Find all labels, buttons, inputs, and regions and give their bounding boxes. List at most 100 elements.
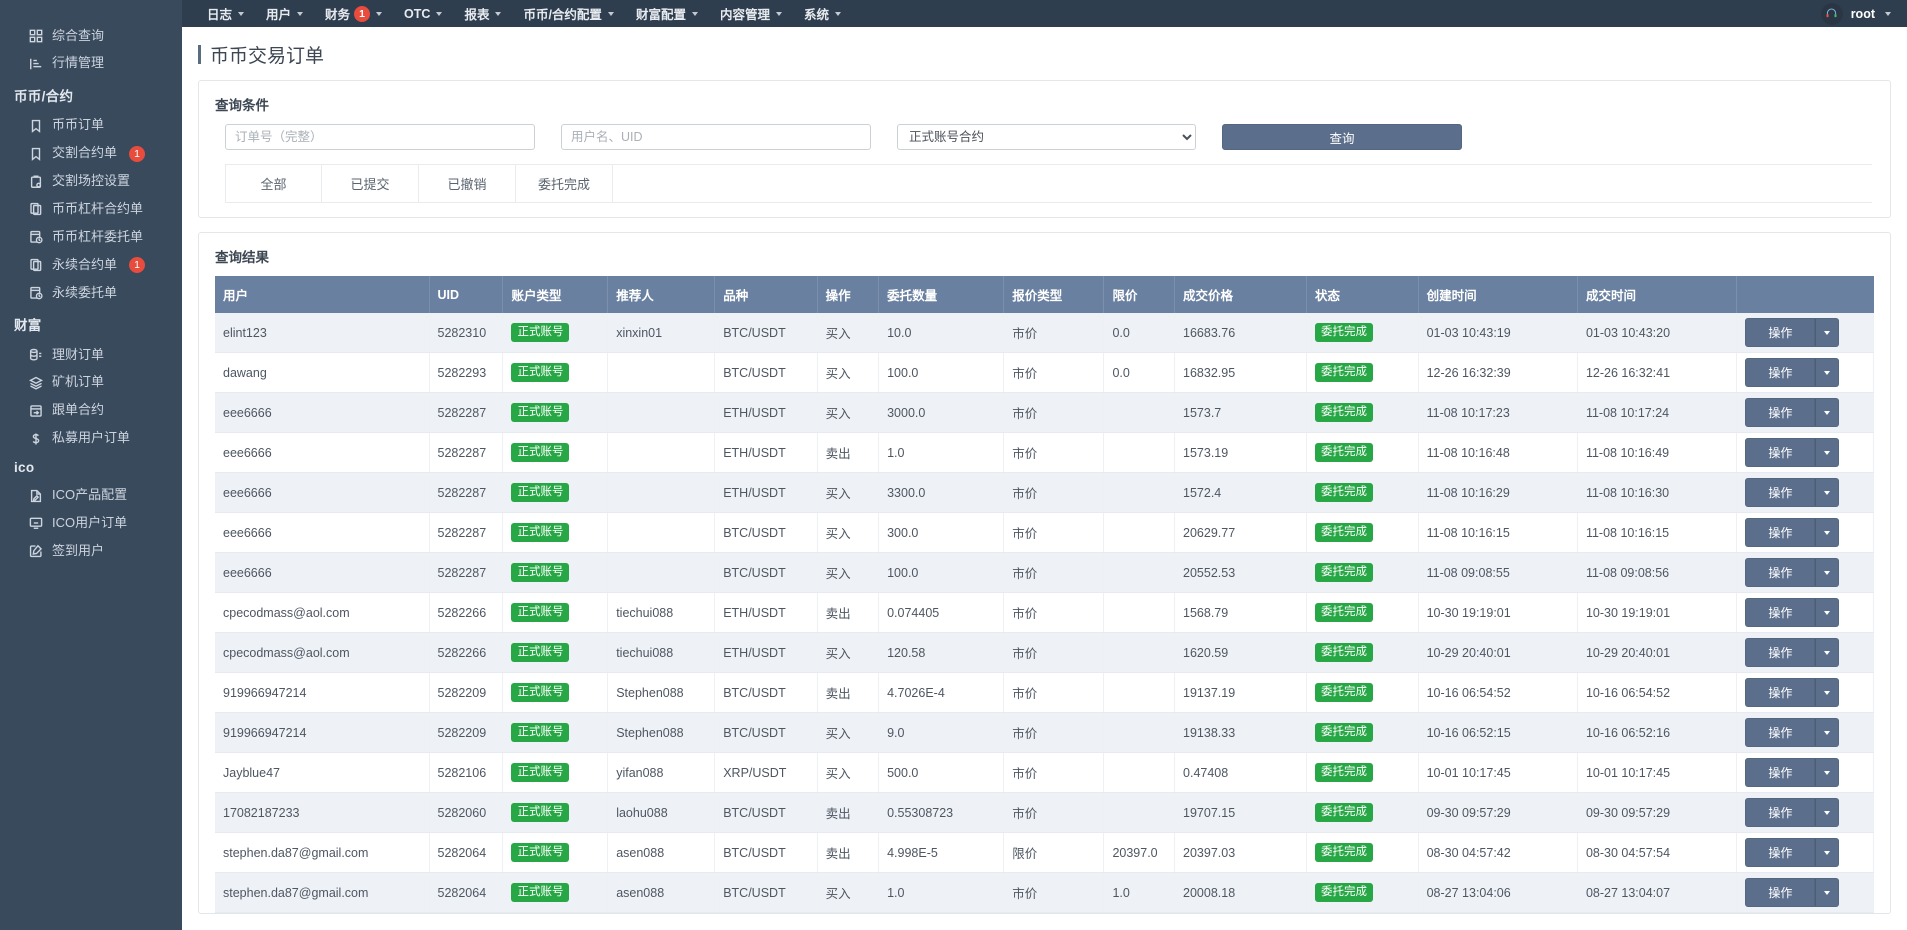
operation-dropdown-toggle[interactable] [1815,838,1839,867]
nav-item-系统[interactable]: 系统 [793,0,852,27]
table-row[interactable]: stephen.da87@gmail.com5282064正式账号asen088… [215,833,1874,873]
column-header[interactable]: 推荐人 [608,276,715,313]
nav-item-报表[interactable]: 报表 [453,0,512,27]
operation-button[interactable]: 操作 [1745,558,1815,587]
operation-button[interactable]: 操作 [1745,758,1815,787]
account-type-select[interactable]: 正式账号合约 [897,124,1196,150]
operation-dropdown-toggle[interactable] [1815,638,1839,667]
operation-button[interactable]: 操作 [1745,598,1815,627]
table-row[interactable]: Jayblue475282106正式账号yifan088XRP/USDT买入50… [215,753,1874,793]
sidebar-item-行情管理[interactable]: 行情管理 [0,50,182,78]
query-button[interactable]: 查询 [1222,124,1462,150]
sidebar-item-矿机订单[interactable]: 矿机订单 [0,369,182,397]
cell-deal_price: 20397.03 [1175,833,1307,873]
column-header[interactable]: 限价 [1104,276,1175,313]
operation-dropdown-toggle[interactable] [1815,558,1839,587]
sidebar-item-币币杠杆委托单[interactable]: 币币杠杆委托单 [0,223,182,251]
column-header[interactable]: 账户类型 [503,276,608,313]
operation-button[interactable]: 操作 [1745,438,1815,467]
nav-item-日志[interactable]: 日志 [196,0,255,27]
column-header[interactable]: 创建时间 [1418,276,1577,313]
nav-item-用户[interactable]: 用户 [255,0,314,27]
operation-button[interactable]: 操作 [1745,878,1815,907]
operation-dropdown-toggle[interactable] [1815,398,1839,427]
nav-item-财富配置[interactable]: 财富配置 [625,0,709,27]
table-row[interactable]: eee66665282287正式账号ETH/USDT买入3300.0市价1572… [215,473,1874,513]
table-row[interactable]: eee66665282287正式账号BTC/USDT买入300.0市价20629… [215,513,1874,553]
operation-dropdown-toggle[interactable] [1815,438,1839,467]
operation-button[interactable]: 操作 [1745,358,1815,387]
action-button-group: 操作 [1745,758,1839,787]
nav-item-财务[interactable]: 财务 1 [314,0,393,27]
column-header[interactable]: 操作 [817,276,878,313]
nav-item-币币合约配置[interactable]: 币币/合约配置 [512,0,624,27]
table-row[interactable]: cpecodmass@aol.com5282266正式账号tiechui088E… [215,593,1874,633]
cell-limit_price [1104,393,1175,433]
sidebar-item-交割合约单[interactable]: 交割合约单 1 [0,140,182,168]
operation-dropdown-toggle[interactable] [1815,758,1839,787]
operation-button[interactable]: 操作 [1745,718,1815,747]
cell-referrer: tiechui088 [608,633,715,673]
tab-已提交[interactable]: 已提交 [322,165,419,202]
sidebar-item-ICO用户订单[interactable]: ICO用户订单 [0,509,182,537]
sidebar-item-交割场控设置[interactable]: 交割场控设置 [0,168,182,196]
operation-dropdown-toggle[interactable] [1815,518,1839,547]
operation-button[interactable]: 操作 [1745,798,1815,827]
table-row[interactable]: elint1235282310正式账号xinxin01BTC/USDT买入10.… [215,313,1874,353]
tab-已撤销[interactable]: 已撤销 [419,165,516,202]
table-row[interactable]: 9199669472145282209正式账号Stephen088BTC/USD… [215,673,1874,713]
sidebar-item-币币杠杆合约单[interactable]: 币币杠杆合约单 [0,195,182,223]
operation-dropdown-toggle[interactable] [1815,718,1839,747]
operation-button[interactable]: 操作 [1745,318,1815,347]
tab-委托完成[interactable]: 委托完成 [516,165,613,202]
operation-dropdown-toggle[interactable] [1815,318,1839,347]
operation-button[interactable]: 操作 [1745,478,1815,507]
column-header[interactable]: 成交时间 [1577,276,1736,313]
table-row[interactable]: stephen.da87@gmail.com5282064正式账号asen088… [215,873,1874,913]
nav-item-OTC[interactable]: OTC [393,0,453,27]
sidebar-item-ICO产品配置[interactable]: ICO产品配置 [0,482,182,510]
tab-全部[interactable]: 全部 [225,165,322,202]
cell-user: eee6666 [215,393,429,433]
column-header[interactable]: 报价类型 [1004,276,1104,313]
column-header[interactable]: 状态 [1307,276,1419,313]
operation-button[interactable]: 操作 [1745,838,1815,867]
sidebar-item-永续合约单[interactable]: 永续合约单 1 [0,251,182,279]
username-label[interactable]: root [1851,7,1875,21]
column-header[interactable]: 品种 [715,276,817,313]
sidebar-item-跟单合约[interactable]: 跟单合约 [0,397,182,425]
user-uid-input[interactable] [561,124,871,150]
table-row[interactable]: 170821872335282060正式账号laohu088BTC/USDT卖出… [215,793,1874,833]
column-header[interactable]: 用户 [215,276,429,313]
operation-button[interactable]: 操作 [1745,638,1815,667]
table-row[interactable]: cpecodmass@aol.com5282266正式账号tiechui088E… [215,633,1874,673]
operation-dropdown-toggle[interactable] [1815,598,1839,627]
operation-dropdown-toggle[interactable] [1815,358,1839,387]
operation-dropdown-toggle[interactable] [1815,478,1839,507]
operation-button[interactable]: 操作 [1745,398,1815,427]
avatar[interactable] [1821,3,1843,25]
chevron-down-icon[interactable] [1885,12,1891,16]
nav-item-内容管理[interactable]: 内容管理 [709,0,793,27]
column-header[interactable]: 委托数量 [879,276,1004,313]
sidebar-item-永续委托单[interactable]: 永续委托单 [0,279,182,307]
operation-button[interactable]: 操作 [1745,518,1815,547]
column-header[interactable]: 成交价格 [1175,276,1307,313]
sidebar-item-币币订单[interactable]: 币币订单 [0,112,182,140]
table-row[interactable]: eee66665282287正式账号BTC/USDT买入100.0市价20552… [215,553,1874,593]
operation-dropdown-toggle[interactable] [1815,798,1839,827]
sidebar-item-私募用户订单[interactable]: 私募用户订单 [0,425,182,453]
operation-button[interactable]: 操作 [1745,678,1815,707]
operation-dropdown-toggle[interactable] [1815,678,1839,707]
operation-dropdown-toggle[interactable] [1815,878,1839,907]
sidebar-item-综合查询[interactable]: 综合查询 [0,22,182,50]
table-row[interactable]: 9199669472145282209正式账号Stephen088BTC/USD… [215,713,1874,753]
column-header[interactable]: UID [429,276,503,313]
sidebar-item-理财订单[interactable]: 理财订单 [0,341,182,369]
sidebar-item-签到用户[interactable]: 签到用户 [0,537,182,565]
table-row[interactable]: eee66665282287正式账号ETH/USDT卖出1.0市价1573.19… [215,433,1874,473]
column-header[interactable] [1737,276,1874,313]
table-row[interactable]: dawang5282293正式账号BTC/USDT买入100.0市价0.0168… [215,353,1874,393]
order-number-input[interactable] [225,124,535,150]
table-row[interactable]: eee66665282287正式账号ETH/USDT买入3000.0市价1573… [215,393,1874,433]
